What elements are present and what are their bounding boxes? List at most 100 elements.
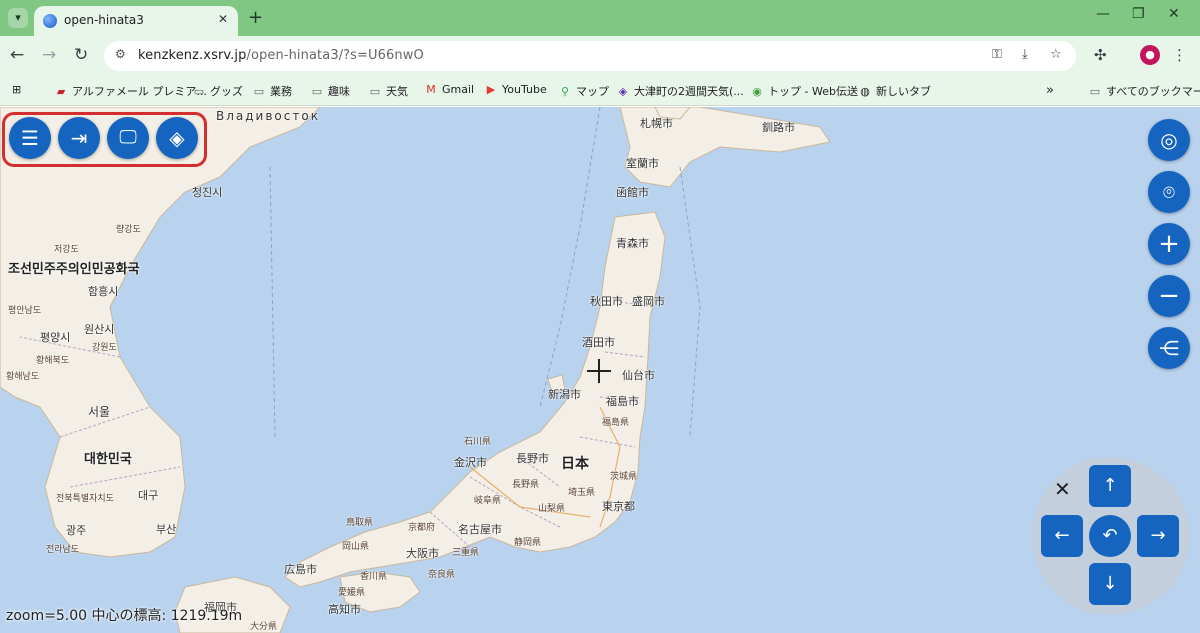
share-button[interactable]: ⋲	[1148, 327, 1190, 369]
new-tab-button[interactable]: +	[248, 7, 263, 28]
reload-icon[interactable]: ↻	[74, 45, 88, 65]
bookmark-weather-otsu[interactable]: ◈ 大津町の2週間天気(...	[616, 83, 744, 99]
more-menu-icon[interactable]: ⋮	[1172, 46, 1187, 64]
address-bar[interactable]: ⚙ kenzkenz.xsrv.jp/open-hinata3/?s=U66nw…	[104, 41, 1076, 71]
bookmark-folder-weather[interactable]: ▭ 天気	[368, 83, 408, 99]
key-icon[interactable]: ⚿	[992, 47, 1002, 62]
web-icon: ◉	[752, 85, 762, 98]
direction-pad: ✕ ↑ ← ↶ → ↓	[1032, 457, 1190, 615]
arrow-right-icon: →	[1150, 525, 1166, 546]
bookmark-new-tab[interactable]: ◍ 新しいタブ	[858, 83, 931, 99]
close-tab-icon[interactable]: ✕	[218, 12, 228, 26]
place-label: 高知市	[328, 603, 361, 616]
folder-icon: ▭	[369, 85, 381, 98]
pan-down-button[interactable]: ↓	[1089, 563, 1131, 605]
login-icon: ⇥	[70, 126, 88, 150]
map-canvas[interactable]: Владивосток 札幌市 釧路市 室蘭市 函館市 청진시 량강도 저강도 …	[0, 107, 1200, 633]
place-label: 전라남도	[46, 545, 80, 555]
place-label: 황해북도	[36, 356, 70, 366]
extensions-icon[interactable]: ✣	[1094, 46, 1107, 64]
profile-avatar[interactable]: ●	[1140, 45, 1160, 65]
place-label: Владивосток	[216, 109, 320, 123]
close-window-icon[interactable]: ✕	[1168, 6, 1180, 22]
folder-icon: ▭	[311, 85, 323, 98]
bookmark-alphamail[interactable]: ▰ アルファメール プレミア...	[54, 83, 207, 99]
back-icon[interactable]: ←	[10, 45, 24, 65]
place-label: 함흥시	[88, 285, 119, 298]
place-label: 石川県	[464, 437, 492, 447]
place-label: 청진시	[192, 186, 223, 199]
folder-icon: ▭	[253, 85, 265, 98]
pan-up-button[interactable]: ↑	[1089, 465, 1131, 507]
bookmark-folder-hobby[interactable]: ▭ 趣味	[310, 83, 350, 99]
place-label: 埼玉県	[568, 488, 596, 498]
map-center-crosshair-icon	[587, 359, 611, 383]
bookmark-all[interactable]: ▭すべてのブックマーク	[1088, 83, 1200, 99]
place-label: 名古屋市	[458, 523, 502, 536]
zoom-out-button[interactable]: −	[1148, 275, 1190, 317]
place-label: 山梨県	[538, 504, 566, 514]
place-label: 강원도	[92, 343, 117, 353]
menu-button[interactable]: ☰	[9, 117, 51, 159]
bookmark-gmail[interactable]: M Gmail	[424, 83, 474, 99]
crosshair-target-icon: ◎	[1160, 128, 1178, 152]
place-label: 盛岡市	[632, 295, 665, 308]
tab-search-button[interactable]: ▾	[8, 8, 28, 28]
place-label: 광주	[66, 524, 87, 537]
restore-icon[interactable]: ❐	[1132, 6, 1145, 22]
arrow-left-icon: ←	[1054, 525, 1070, 546]
location-pin-button[interactable]: ⌾	[1148, 171, 1190, 213]
globe-favicon-icon	[43, 14, 57, 28]
my-location-button[interactable]: ◎	[1148, 119, 1190, 161]
pan-right-button[interactable]: →	[1137, 515, 1179, 557]
place-label: 茨城県	[610, 472, 638, 482]
more-bookmarks-chevron[interactable]: »	[1046, 83, 1054, 99]
bookmark-youtube[interactable]: ▶ YouTube	[484, 83, 547, 99]
place-label: 大分県	[250, 622, 278, 632]
bookmark-folder-goods[interactable]: ▭ グッズ	[192, 83, 243, 99]
tab-open-hinata3[interactable]: open-hinata3 ✕	[34, 6, 238, 36]
place-label: 岐阜県	[474, 496, 502, 506]
monitor-icon: 🖵	[119, 127, 137, 148]
site-info-icon[interactable]: ⚙	[115, 47, 126, 61]
place-label: 三重県	[452, 548, 480, 558]
display-button[interactable]: 🖵	[107, 117, 149, 159]
bookmarks-bar: ⊞ ▰ アルファメール プレミア... ▭ グッズ ▭ 業務 ▭ 趣味 ▭ 天気 M Gma…	[0, 76, 1200, 106]
place-label: 평안남도	[8, 306, 42, 316]
bookmark-folder-work[interactable]: ▭ 業務	[252, 83, 292, 99]
star-bookmark-icon[interactable]: ☆	[1050, 47, 1062, 62]
forward-icon[interactable]: →	[42, 45, 56, 65]
place-label: 長野県	[512, 480, 540, 490]
place-label: 広島市	[284, 563, 317, 576]
place-label: 福島市	[606, 395, 639, 408]
bookmark-maps[interactable]: ⚲ マップ	[558, 83, 609, 99]
bookmark-web-densou[interactable]: ◉ トップ - Web伝送	[750, 83, 858, 99]
minimize-icon[interactable]: —	[1096, 6, 1110, 22]
place-label: 東京都	[602, 500, 635, 513]
place-label: 新潟市	[548, 388, 581, 401]
tab-strip: ▾ open-hinata3 ✕ + — ❐ ✕	[0, 0, 1200, 36]
reset-rotation-button[interactable]: ↶	[1089, 515, 1131, 557]
place-label: 青森市	[616, 237, 649, 250]
close-icon[interactable]: ✕	[1054, 477, 1071, 501]
place-label: 酒田市	[582, 336, 615, 349]
place-label: 福島県	[602, 418, 630, 428]
folder-icon: ▭	[1089, 85, 1101, 98]
layers-button[interactable]: ◈	[156, 117, 198, 159]
place-label: 저강도	[54, 245, 79, 255]
apps-grid-icon[interactable]: ⊞	[12, 83, 21, 99]
install-app-icon[interactable]: ⤓	[1022, 47, 1028, 62]
url-text: kenzkenz.xsrv.jp/open-hinata3/?s=U66nwO	[138, 48, 424, 63]
login-button[interactable]: ⇥	[58, 117, 100, 159]
pan-left-button[interactable]: ←	[1041, 515, 1083, 557]
maps-icon: ⚲	[560, 85, 570, 98]
zoom-elevation-status: zoom=5.00 中心の標高: 1219.19m	[6, 608, 243, 624]
place-label: 長野市	[516, 452, 549, 465]
zoom-in-button[interactable]: +	[1148, 223, 1190, 265]
place-label: 京都府	[408, 523, 436, 533]
place-label: 室蘭市	[626, 157, 659, 170]
arrow-down-icon: ↓	[1102, 573, 1118, 594]
place-label: 秋田市	[590, 295, 623, 308]
place-label: 량강도	[116, 225, 141, 235]
place-label: 대구	[138, 489, 159, 502]
